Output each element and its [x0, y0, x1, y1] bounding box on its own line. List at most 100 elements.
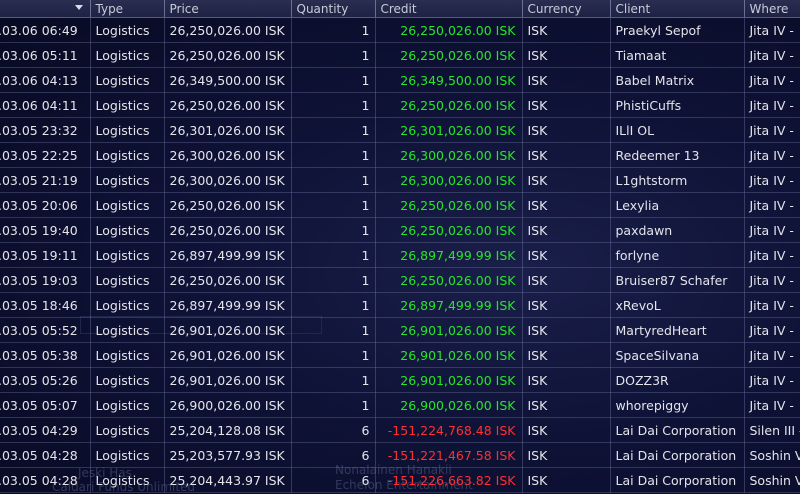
cell-credit: 26,250,026.00 ISK [375, 192, 523, 218]
table-row[interactable]: .03.05 05:07 Logistics 26,900,026.00 ISK 1 2… [0, 392, 800, 418]
cell-quantity: 1 [291, 42, 376, 68]
cell-type: Logistics [90, 67, 165, 93]
cell-currency: ISK [522, 467, 611, 493]
cell-date: .03.05 19:40 [0, 217, 91, 243]
cell-date: .03.05 05:07 [0, 392, 91, 418]
column-header-type[interactable]: Type [90, 0, 165, 18]
cell-type: Logistics [90, 217, 165, 243]
cell-date: .03.05 04:28 [0, 467, 91, 493]
cell-date: .03.05 05:52 [0, 317, 91, 343]
table-row[interactable]: .03.06 06:49 Logistics 26,250,026.00 ISK 1 2… [0, 17, 800, 43]
cell-quantity: 1 [291, 67, 376, 93]
column-header-price[interactable]: Price [164, 0, 292, 18]
cell-credit: 26,300,026.00 ISK [375, 167, 523, 193]
cell-price: 25,204,443.97 ISK [164, 467, 292, 493]
cell-credit: 26,901,026.00 ISK [375, 367, 523, 393]
cell-date: .03.06 06:49 [0, 17, 91, 43]
table-row[interactable]: .03.05 04:28 Logistics 25,203,577.93 ISK 6-… [0, 442, 800, 468]
cell-price: 26,901,026.00 ISK [164, 342, 292, 368]
cell-currency: ISK [522, 292, 611, 318]
cell-client: ILlI OL [610, 117, 745, 143]
column-header-credit[interactable]: Credit [375, 0, 523, 18]
cell-price: 26,250,026.00 ISK [164, 42, 292, 68]
cell-currency: ISK [522, 392, 611, 418]
cell-price: 26,250,026.00 ISK [164, 192, 292, 218]
table-row[interactable]: .03.05 04:28 Logistics 25,204,443.97 ISK 6-… [0, 467, 800, 493]
cell-type: Logistics [90, 442, 165, 468]
cell-date: .03.06 05:11 [0, 42, 91, 68]
cell-price: 26,250,026.00 ISK [164, 267, 292, 293]
cell-type: Logistics [90, 167, 165, 193]
column-header-client[interactable]: Client [610, 0, 745, 18]
cell-where: Silen III - [744, 417, 800, 443]
cell-quantity: 1 [291, 92, 376, 118]
table-row[interactable]: .03.05 05:26 Logistics 26,901,026.00 ISK 1 2… [0, 367, 800, 393]
table-row[interactable]: .03.05 05:52 Logistics 26,901,026.00 ISK 1 2… [0, 317, 800, 343]
cell-type: Logistics [90, 42, 165, 68]
cell-price: 26,901,026.00 ISK [164, 367, 292, 393]
table-row[interactable]: .03.06 05:11 Logistics 26,250,026.00 ISK 1 2… [0, 42, 800, 68]
table-row[interactable]: .03.05 04:29 Logistics 25,204,128.08 ISK 6-… [0, 417, 800, 443]
cell-type: Logistics [90, 292, 165, 318]
cell-client: Bruiser87 Schafer [610, 267, 745, 293]
cell-quantity: 1 [291, 292, 376, 318]
cell-price: 26,250,026.00 ISK [164, 217, 292, 243]
cell-type: Logistics [90, 392, 165, 418]
table-row[interactable]: .03.05 19:40 Logistics 26,250,026.00 ISK 1 2… [0, 217, 800, 243]
table-row[interactable]: .03.05 19:11 Logistics 26,897,499.99 ISK 1 2… [0, 242, 800, 268]
table-row[interactable]: .03.05 19:03 Logistics 26,250,026.00 ISK 1 2… [0, 267, 800, 293]
cell-credit: 26,349,500.00 ISK [375, 67, 523, 93]
table-row[interactable]: .03.06 04:13 Logistics 26,349,500.00 ISK 1 2… [0, 67, 800, 93]
cell-price: 25,203,577.93 ISK [164, 442, 292, 468]
cell-client: Praekyl Sepof [610, 17, 745, 43]
table-row[interactable]: .03.05 18:46 Logistics 26,897,499.99 ISK 1 2… [0, 292, 800, 318]
table-row[interactable]: .03.05 21:19 Logistics 26,300,026.00 ISK 1 2… [0, 167, 800, 193]
cell-date: .03.05 04:29 [0, 417, 91, 443]
cell-type: Logistics [90, 342, 165, 368]
cell-where: Jita IV - [744, 342, 800, 368]
cell-credit: -151,224,768.48 ISK [375, 417, 523, 443]
table-row[interactable]: .03.05 23:32 Logistics 26,301,026.00 ISK 1 2… [0, 117, 800, 143]
cell-credit: 26,250,026.00 ISK [375, 17, 523, 43]
cell-client: Lexylia [610, 192, 745, 218]
cell-currency: ISK [522, 217, 611, 243]
cell-quantity: 1 [291, 317, 376, 343]
cell-where: Jita IV - [744, 192, 800, 218]
table-row[interactable]: .03.05 20:06 Logistics 26,250,026.00 ISK 1 2… [0, 192, 800, 218]
cell-currency: ISK [522, 117, 611, 143]
cell-type: Logistics [90, 242, 165, 268]
cell-client: Redeemer 13 [610, 142, 745, 168]
column-header-where[interactable]: Where [744, 0, 800, 18]
cell-currency: ISK [522, 42, 611, 68]
cell-price: 26,301,026.00 ISK [164, 117, 292, 143]
cell-price: 26,300,026.00 ISK [164, 167, 292, 193]
column-header-quantity[interactable]: Quantity [291, 0, 376, 18]
cell-type: Logistics [90, 142, 165, 168]
cell-type: Logistics [90, 367, 165, 393]
cell-currency: ISK [522, 92, 611, 118]
cell-quantity: 1 [291, 142, 376, 168]
cell-currency: ISK [522, 317, 611, 343]
cell-where: Jita IV - [744, 142, 800, 168]
cell-where: Jita IV - [744, 367, 800, 393]
cell-credit: 26,897,499.99 ISK [375, 292, 523, 318]
cell-where: Jita IV - [744, 392, 800, 418]
transactions-body: .03.06 06:49 Logistics 26,250,026.00 ISK 1 2… [0, 17, 800, 493]
cell-where: Jita IV - [744, 167, 800, 193]
cell-credit: 26,901,026.00 ISK [375, 317, 523, 343]
cell-date: .03.05 22:25 [0, 142, 91, 168]
cell-client: Lai Dai Corporation [610, 467, 745, 493]
cell-credit: 26,250,026.00 ISK [375, 267, 523, 293]
table-row[interactable]: .03.05 05:38 Logistics 26,901,026.00 ISK 1 2… [0, 342, 800, 368]
table-row[interactable]: .03.05 22:25 Logistics 26,300,026.00 ISK 1 2… [0, 142, 800, 168]
cell-client: whorepiggy [610, 392, 745, 418]
cell-price: 26,250,026.00 ISK [164, 92, 292, 118]
cell-price: 26,250,026.00 ISK [164, 17, 292, 43]
column-header-currency[interactable]: Currency [522, 0, 611, 18]
sort-descending-icon[interactable] [74, 5, 83, 10]
cell-quantity: 1 [291, 117, 376, 143]
cell-type: Logistics [90, 17, 165, 43]
table-row[interactable]: .03.06 04:11 Logistics 26,250,026.00 ISK 1 2… [0, 92, 800, 118]
cell-credit: 26,897,499.99 ISK [375, 242, 523, 268]
column-header-date[interactable] [0, 0, 91, 18]
